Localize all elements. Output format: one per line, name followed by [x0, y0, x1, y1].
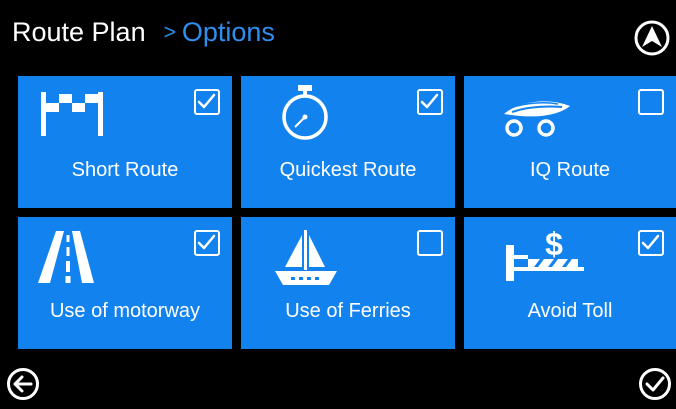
confirm-button[interactable]: [638, 367, 672, 401]
back-arrow-icon: [7, 368, 39, 400]
checkbox-quickest-route[interactable]: [417, 89, 443, 115]
checkbox-use-of-motorway[interactable]: [194, 230, 220, 256]
option-label-short-route: Short Route: [71, 159, 179, 181]
compass-arrow-icon: [634, 20, 670, 56]
option-tile-quickest-route[interactable]: Quickest Route: [241, 76, 455, 208]
checkbox-use-of-ferries[interactable]: [417, 230, 443, 256]
navigation-compass-button[interactable]: [634, 20, 670, 56]
checkbox-iq-route[interactable]: [638, 89, 664, 115]
checkmark-icon: [420, 93, 439, 109]
option-tile-use-of-motorway[interactable]: Use of motorway: [18, 217, 232, 349]
option-tile-avoid-toll[interactable]: $ Avoid Toll: [464, 217, 676, 349]
page-title: Route Plan > Options: [12, 14, 275, 51]
checkbox-short-route[interactable]: [194, 89, 220, 115]
confirm-check-icon: [639, 368, 671, 400]
option-label-quickest-route: Quickest Route: [279, 159, 417, 181]
checkmark-icon: [197, 234, 216, 250]
option-tile-short-route[interactable]: Short Route: [18, 76, 232, 208]
motorway-road-icon: [38, 231, 94, 283]
svg-text:$: $: [545, 226, 563, 262]
header-bar: Route Plan > Options: [0, 0, 676, 64]
option-label-avoid-toll: Avoid Toll: [527, 300, 613, 322]
option-label-iq-route: IQ Route: [529, 159, 611, 181]
checkmark-icon: [641, 234, 660, 250]
checkbox-avoid-toll[interactable]: [638, 230, 664, 256]
breadcrumb-separator: >: [163, 21, 176, 44]
option-label-use-of-ferries: Use of Ferries: [285, 300, 411, 322]
option-tile-iq-route[interactable]: IQ Route: [464, 76, 676, 208]
checkered-flag-icon: [41, 92, 103, 136]
option-tile-use-of-ferries[interactable]: Use of Ferries: [241, 217, 455, 349]
ferry-boat-icon: [275, 230, 337, 285]
iq-car-icon: [504, 101, 570, 137]
title-main: Route Plan: [12, 17, 146, 47]
option-label-use-of-motorway: Use of motorway: [49, 300, 201, 322]
back-button[interactable]: [6, 367, 40, 401]
toll-barrier-icon: $: [506, 226, 584, 281]
stopwatch-icon: [282, 85, 328, 140]
checkmark-icon: [197, 93, 216, 109]
title-subtitle: Options: [181, 17, 275, 47]
